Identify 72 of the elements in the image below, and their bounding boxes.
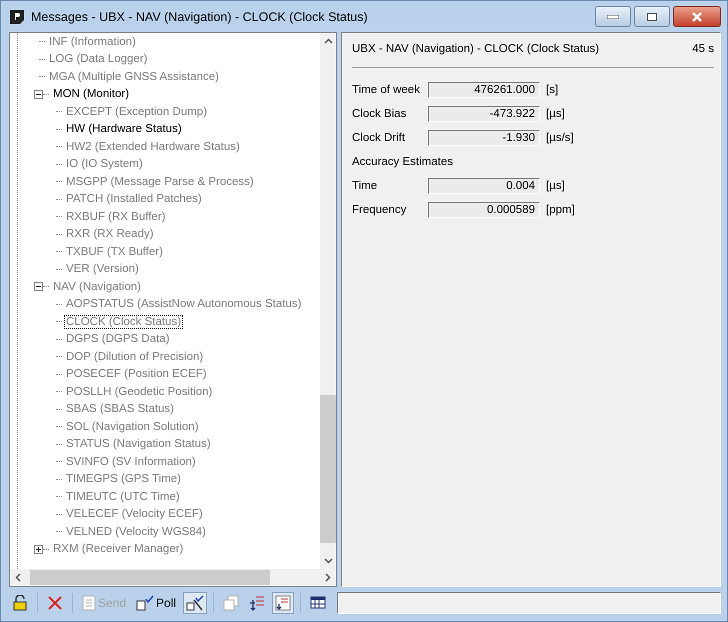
- toolbar-icon[interactable]: [272, 592, 294, 614]
- tree-item[interactable]: MSGPP (Message Parse & Process): [64, 174, 256, 189]
- tree-item[interactable]: VELECEF (Velocity ECEF): [64, 507, 205, 522]
- unit-label: [µs/s]: [546, 132, 574, 144]
- field-label: Clock Drift: [352, 132, 406, 144]
- list-arrow-icon: [249, 595, 266, 611]
- panel-heading: UBX - NAV (Navigation) - CLOCK (Clock Status): [352, 43, 600, 55]
- field-label: Time: [352, 180, 378, 192]
- tree-item[interactable]: RXM (Receiver Manager): [51, 542, 186, 556]
- unit-label: [µs]: [546, 180, 565, 192]
- collapse-icon[interactable]: [34, 90, 43, 99]
- tree-item[interactable]: CLOCK (Clock Status): [64, 314, 184, 329]
- tree-item[interactable]: SOL (Navigation Solution): [64, 420, 201, 434]
- tree-item[interactable]: VER (Version): [64, 262, 141, 276]
- tree-item[interactable]: POSECEF (Position ECEF): [64, 367, 209, 382]
- tree-item[interactable]: VELNED (Velocity WGS84): [64, 524, 208, 539]
- toolbar-icon[interactable]: [183, 592, 208, 614]
- value-field: 0.004: [428, 178, 540, 194]
- tree-item[interactable]: AOPSTATUS (AssistNow Autonomous Status): [64, 297, 304, 312]
- expand-icon[interactable]: [34, 544, 43, 554]
- document-icon: [82, 595, 96, 611]
- maximize-button[interactable]: [634, 6, 670, 27]
- tree-item[interactable]: RXR (RX Ready): [64, 227, 156, 242]
- tree-item[interactable]: HW (Hardware Status): [64, 122, 184, 136]
- tree-item[interactable]: TIMEUTC (UTC Time): [64, 490, 182, 504]
- field-label: Frequency: [352, 204, 408, 216]
- tree-item[interactable]: TIMEGPS (GPS Time): [64, 472, 184, 486]
- value-field: 476261.000: [428, 82, 540, 98]
- tree-item[interactable]: NAV (Navigation): [51, 280, 143, 294]
- message-age: 45 s: [692, 43, 714, 55]
- section-label: Accuracy Estimates: [352, 156, 453, 168]
- tree-item[interactable]: DGPS (DGPS Data): [64, 332, 172, 346]
- minimize-icon: [607, 14, 619, 18]
- tree-item[interactable]: LOG (Data Logger): [47, 52, 150, 66]
- tree-item[interactable]: MON (Monitor): [51, 87, 132, 102]
- minimize-button[interactable]: [595, 6, 631, 27]
- tree-item[interactable]: IO (IO System): [64, 157, 145, 172]
- padlock-icon: [13, 595, 27, 611]
- document-check-icon: [136, 595, 154, 611]
- value-field: -1.930: [428, 130, 540, 146]
- tree-item[interactable]: SBAS (SBAS Status): [64, 402, 176, 416]
- toolbar-button[interactable]: Poll: [133, 592, 180, 614]
- tree-item[interactable]: POSLLH (Geodetic Position): [64, 384, 214, 399]
- unit-label: [ppm]: [546, 204, 575, 216]
- horizontal-scrollbar[interactable]: [10, 569, 336, 586]
- tree-item[interactable]: RXBUF (RX Buffer): [64, 210, 168, 224]
- tree-item[interactable]: SVINFO (SV Information): [64, 454, 198, 469]
- field-label: Time of week: [352, 84, 421, 96]
- window-title: Messages - UBX - NAV (Navigation) - CLOCK (Clock Status): [31, 10, 368, 24]
- unit-label: [µs]: [546, 108, 565, 120]
- vertical-scrollbar[interactable]: [320, 33, 336, 569]
- maximize-icon: [647, 12, 657, 20]
- unit-label: [s]: [546, 84, 558, 96]
- tree-item[interactable]: DOP (Dilution of Precision): [64, 350, 206, 364]
- collapse-icon[interactable]: [34, 282, 43, 292]
- tree-item[interactable]: STATUS (Navigation Status): [64, 437, 213, 452]
- tree-item[interactable]: HW2 (Extended Hardware Status): [64, 140, 242, 154]
- tree-item[interactable]: EXCEPT (Exception Dump): [64, 104, 210, 119]
- tree-item[interactable]: MGA (Multiple GNSS Assistance): [47, 70, 221, 84]
- tree-item[interactable]: TXBUF (TX Buffer): [64, 244, 165, 259]
- close-button[interactable]: [673, 6, 721, 27]
- value-field: 0.000589: [428, 202, 540, 218]
- app-icon: [9, 8, 25, 24]
- table-icon: [310, 595, 326, 611]
- tree-item[interactable]: PATCH (Installed Patches): [64, 192, 204, 206]
- cross-icon: [48, 596, 62, 610]
- tree-item[interactable]: INF (Information): [47, 34, 138, 49]
- copy-icon: [223, 595, 240, 611]
- value-field: -473.922: [428, 106, 540, 122]
- close-icon: [691, 12, 703, 22]
- wand-icon: [186, 595, 204, 611]
- field-label: Clock Bias: [352, 108, 408, 120]
